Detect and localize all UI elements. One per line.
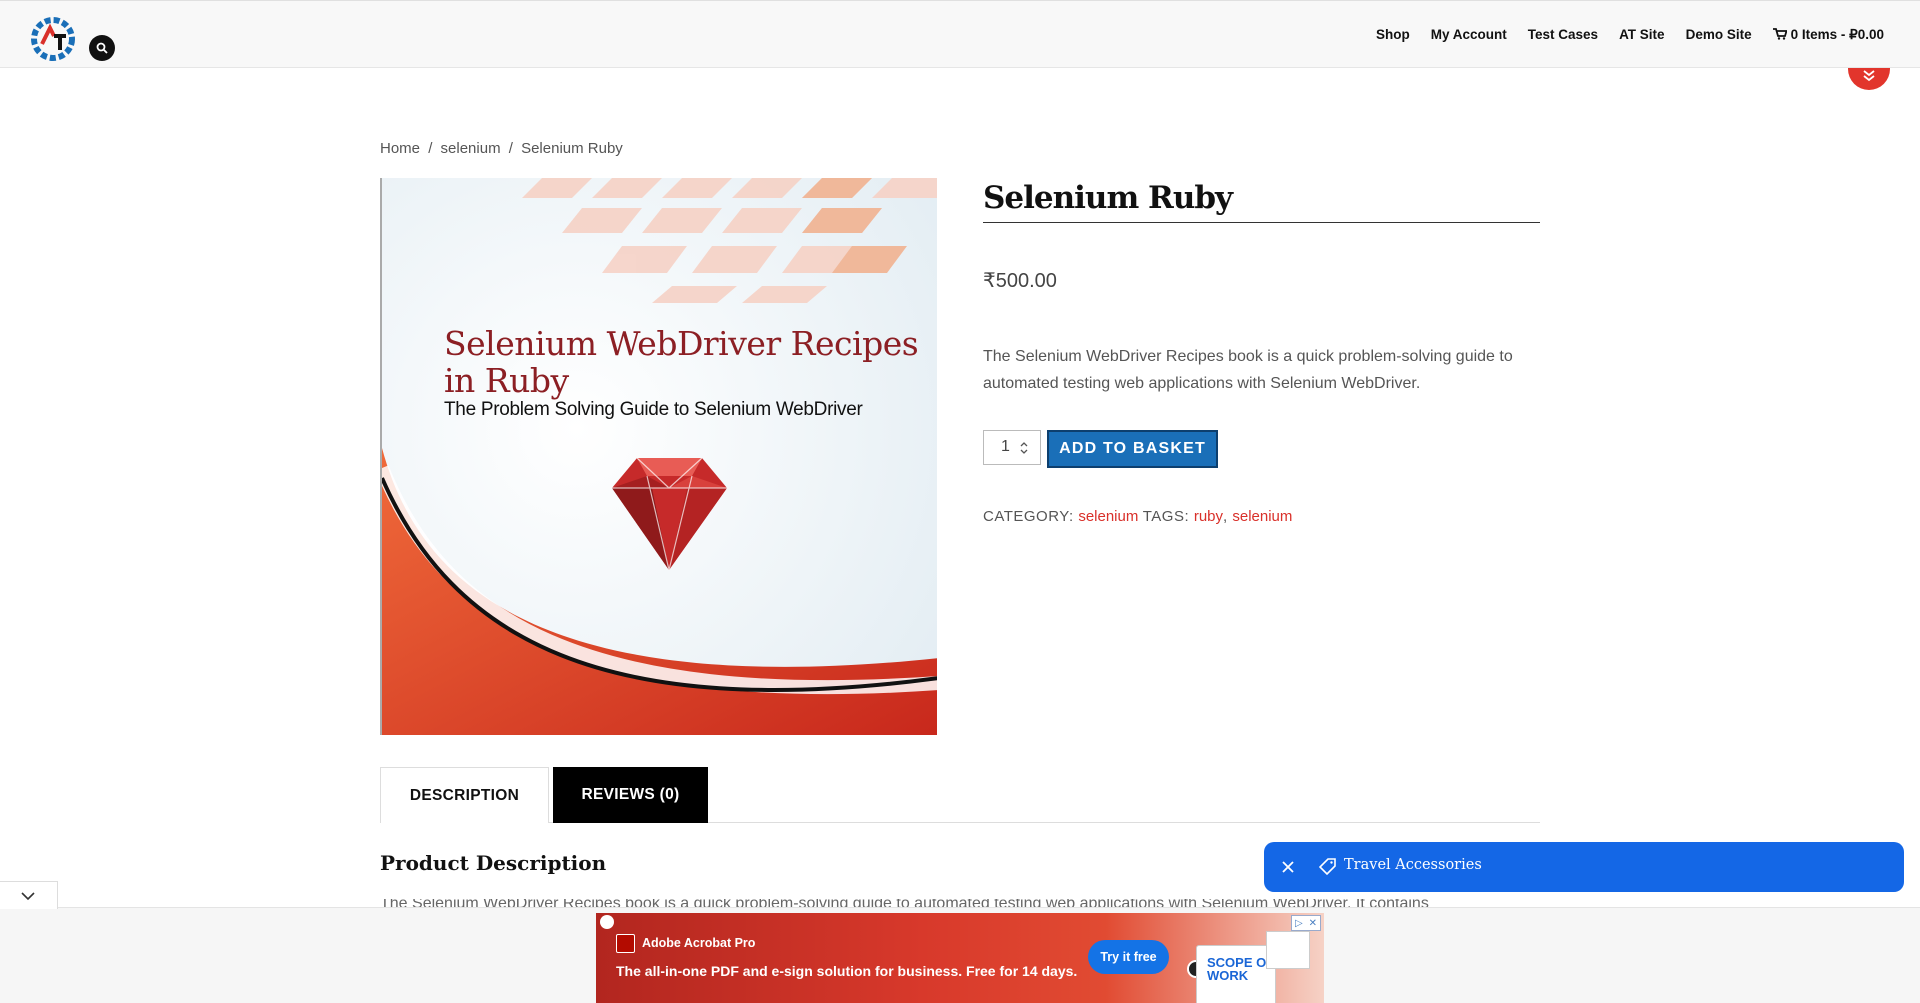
- search-icon[interactable]: [89, 35, 115, 61]
- tag-separator: ,: [1223, 508, 1228, 525]
- breadcrumb-current: Selenium Ruby: [521, 140, 623, 157]
- quantity-input[interactable]: 1: [983, 430, 1041, 465]
- breadcrumb-separator: /: [508, 140, 513, 157]
- product-meta: CATEGORY: selenium TAGS: ruby, selenium: [983, 508, 1292, 525]
- ad-doc-title: SCOPE OF WORK: [1207, 955, 1275, 983]
- quantity-value: 1: [1001, 438, 1010, 455]
- ad-checklist-illustration: [1266, 931, 1310, 969]
- chevron-down-icon: [1863, 70, 1875, 82]
- product-image[interactable]: Selenium WebDriver Recipes in Ruby The P…: [380, 178, 937, 735]
- adobe-acrobat-ad[interactable]: Adobe Acrobat Pro The all-in-one PDF and…: [596, 913, 1324, 1003]
- add-to-basket-button[interactable]: ADD TO BASKET: [1047, 430, 1218, 468]
- adchoices-icon[interactable]: [600, 915, 614, 929]
- tab-description[interactable]: DESCRIPTION: [380, 767, 549, 823]
- collapse-ad-button[interactable]: [0, 881, 58, 909]
- cover-title: Selenium WebDriver Recipes in Ruby: [444, 324, 919, 400]
- category-link[interactable]: selenium: [1078, 508, 1138, 525]
- breadcrumb: Home / selenium / Selenium Ruby: [380, 140, 623, 157]
- ad-document-illustration: SCOPE OF WORK: [1196, 945, 1276, 1003]
- cover-title-line2: in Ruby: [444, 361, 569, 400]
- tag-link-selenium[interactable]: selenium: [1232, 508, 1292, 525]
- main-nav: Shop My Account Test Cases AT Site Demo …: [1376, 27, 1884, 43]
- nav-test-cases[interactable]: Test Cases: [1528, 27, 1598, 43]
- cover-title-line1: Selenium WebDriver Recipes: [444, 324, 919, 363]
- tag-icon: [1319, 858, 1336, 875]
- tab-reviews[interactable]: REVIEWS (0): [553, 767, 708, 823]
- site-header: Shop My Account Test Cases AT Site Demo …: [0, 0, 1920, 68]
- nav-shop[interactable]: Shop: [1376, 27, 1410, 43]
- breadcrumb-separator: /: [428, 140, 433, 157]
- ad-close-icon[interactable]: ✕: [1309, 918, 1317, 929]
- ad-info-icon[interactable]: ▷: [1295, 918, 1303, 929]
- ad-headline: The all-in-one PDF and e-sign solution f…: [616, 963, 1078, 979]
- cart-label: 0 Items - ₽0.00: [1790, 27, 1884, 42]
- ad-cta-button[interactable]: Try it free: [1088, 940, 1169, 974]
- chevron-down-icon: [21, 892, 35, 901]
- ad-brand: Adobe Acrobat Pro: [642, 936, 756, 950]
- close-icon[interactable]: [1281, 860, 1295, 874]
- category-label: CATEGORY:: [983, 508, 1074, 525]
- nav-demo-site[interactable]: Demo Site: [1686, 27, 1752, 43]
- ad-close-controls[interactable]: ▷ ✕: [1291, 915, 1321, 931]
- cover-subtitle: The Problem Solving Guide to Selenium We…: [444, 399, 863, 420]
- travel-accessories-banner[interactable]: Travel Accessories: [1264, 842, 1904, 892]
- quantity-stepper-icon[interactable]: [1020, 441, 1028, 455]
- breadcrumb-category[interactable]: selenium: [441, 140, 501, 157]
- tag-link-ruby[interactable]: ruby: [1194, 508, 1223, 525]
- title-divider: [983, 222, 1540, 223]
- site-logo[interactable]: [28, 14, 78, 64]
- tags-label: TAGS:: [1142, 508, 1190, 525]
- breadcrumb-home[interactable]: Home: [380, 140, 420, 157]
- product-short-description: The Selenium WebDriver Recipes book is a…: [983, 348, 1513, 392]
- travel-accessories-label: Travel Accessories: [1344, 857, 1482, 873]
- nav-at-site[interactable]: AT Site: [1619, 27, 1665, 43]
- cart-icon: [1772, 28, 1787, 40]
- nav-my-account[interactable]: My Account: [1431, 27, 1507, 43]
- product-price: ₹500.00: [983, 270, 1057, 292]
- acrobat-logo-icon: [616, 934, 635, 953]
- product-title: Selenium Ruby: [983, 180, 1233, 216]
- product-description-heading: Product Description: [380, 851, 607, 875]
- nav-cart[interactable]: 0 Items - ₽0.00: [1772, 27, 1884, 43]
